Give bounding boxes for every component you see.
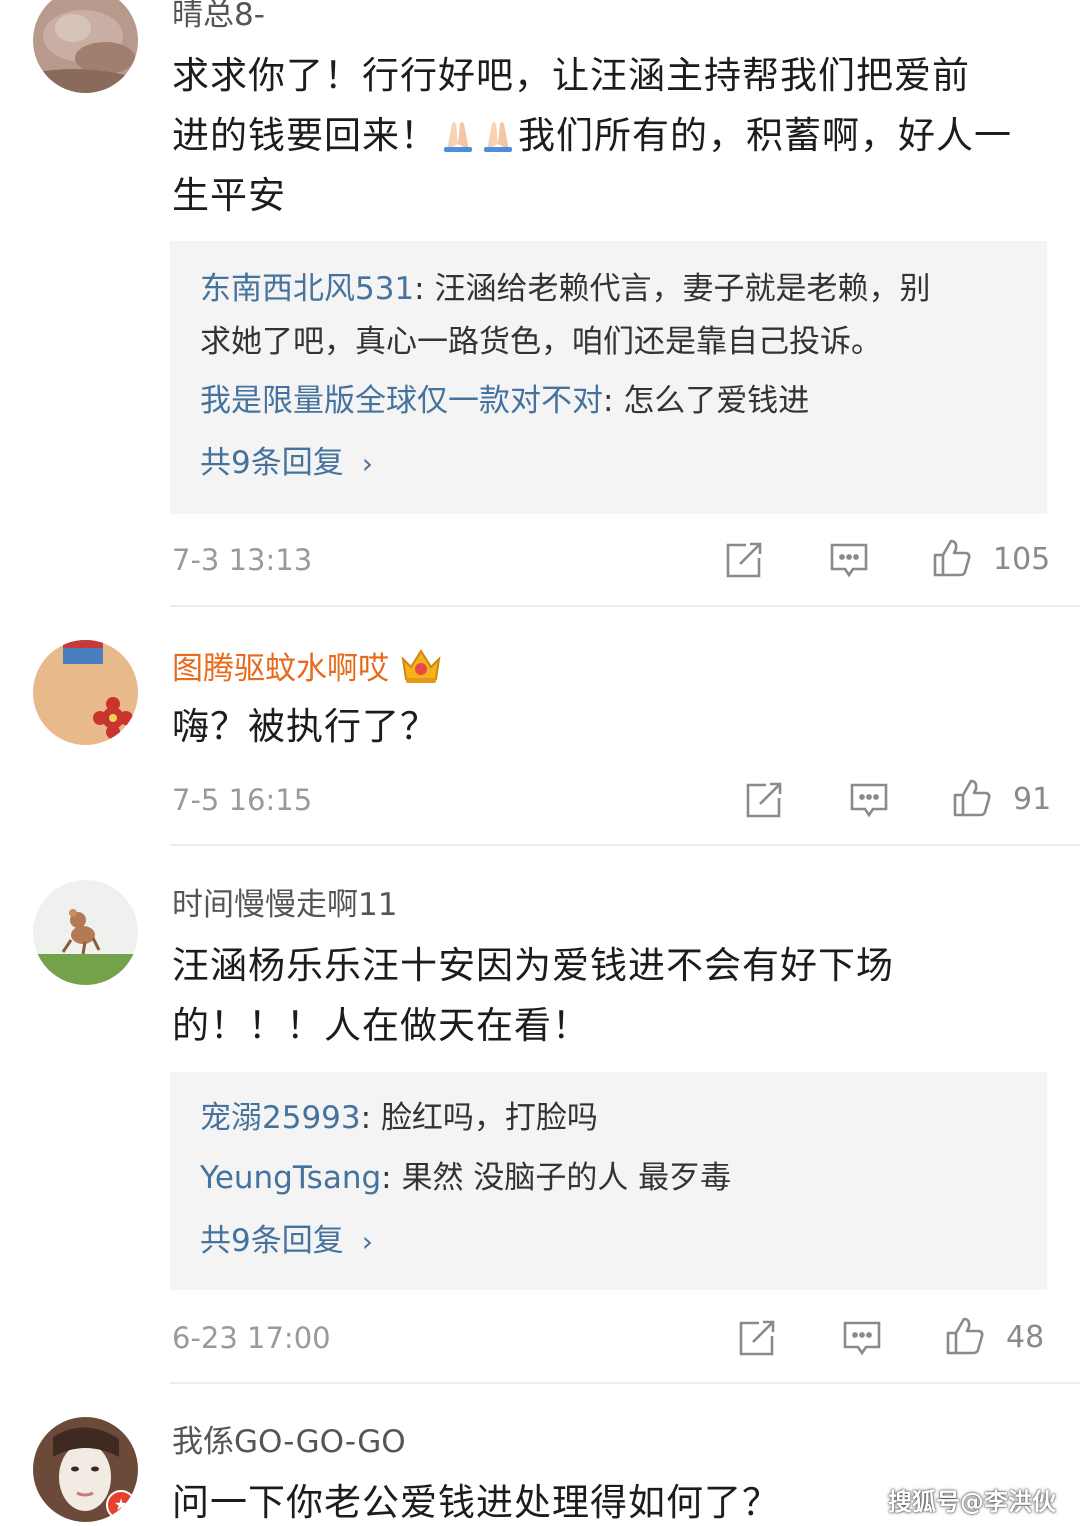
crown-icon <box>399 645 443 685</box>
like-count: 91 <box>1013 782 1052 817</box>
chevron-right-icon: › <box>361 447 373 480</box>
more-replies-link[interactable]: 共9条回复 › <box>200 443 373 484</box>
comment-username[interactable]: 图腾驱蚊水啊哎 <box>172 645 443 689</box>
comment-text-fragment: 我们所有的，积蓄啊，好人一 <box>518 114 1012 157</box>
comment-item: 图腾驱蚊水啊哎 嗨？被执行了？ 7-5 16:15 91 <box>0 607 1080 847</box>
comment-item: 时间慢慢走啊11 汪涵杨乐乐汪十安因为爱钱进不会有好下场 的！！！人在做天在看！… <box>0 847 1080 1384</box>
reply-username[interactable]: 东南西北风531 <box>200 271 414 307</box>
reply-colon: : <box>360 1100 381 1136</box>
comment-feed: 晴总8- 求求你了！行行好吧，让汪涵主持帮我们把爱前 进的钱要回来！ 我们所有的，… <box>0 0 1080 1526</box>
reply-text: 果然 没脑子的人 最歹毒 <box>401 1160 732 1196</box>
watermark: 搜狐号@李洪伙 <box>888 1488 1056 1516</box>
like-icon[interactable] <box>945 1316 985 1356</box>
avatar[interactable]: ★ <box>33 1417 138 1522</box>
reply-text: 汪涵给老赖代言，妻子就是老赖，别 <box>434 271 931 307</box>
more-replies-label: 共9条回复 <box>200 445 344 481</box>
comment-text-fragment: 进的钱要回来！ <box>172 114 438 157</box>
comment-timestamp: 7-5 16:15 <box>172 783 313 817</box>
like-icon[interactable] <box>952 778 992 818</box>
share-icon[interactable] <box>724 540 764 580</box>
comment-text-line: 的！！！人在做天在看！ <box>172 1004 590 1047</box>
avatar[interactable] <box>33 880 138 985</box>
reply-username[interactable]: YeungTsang <box>200 1160 381 1196</box>
reply-colon: : <box>603 383 624 419</box>
comment-text: 汪涵杨乐乐汪十安因为爱钱进不会有好下场 的！！！人在做天在看！ <box>172 936 1052 1056</box>
comment-text-line: 汪涵杨乐乐汪十安因为爱钱进不会有好下场 <box>172 944 894 987</box>
reply-preview-box[interactable]: 宠溺25993: 脸红吗，打脸吗 YeungTsang: 果然 没脑子的人 最歹… <box>170 1072 1047 1290</box>
comment-icon[interactable] <box>842 1318 882 1358</box>
reply-item[interactable]: 我是限量版全球仅一款对不对: 怎么了爱钱进 <box>200 375 1017 428</box>
comment-text: 求求你了！行行好吧，让汪涵主持帮我们把爱前 进的钱要回来！ 我们所有的，积蓄啊，好… <box>172 46 1052 226</box>
reply-colon: : <box>414 271 435 307</box>
reply-item[interactable]: 东南西北风531: 汪涵给老赖代言，妻子就是老赖，别 求她了吧，真心一路货色，咱… <box>200 263 1017 369</box>
comment-icon[interactable] <box>829 540 869 580</box>
reply-text: 怎么了爱钱进 <box>623 383 810 419</box>
share-icon[interactable] <box>737 1318 777 1358</box>
like-count: 105 <box>993 542 1051 577</box>
avatar[interactable] <box>33 0 138 93</box>
comment-item: 晴总8- 求求你了！行行好吧，让汪涵主持帮我们把爱前 进的钱要回来！ 我们所有的，… <box>0 0 1080 607</box>
reply-text: 脸红吗，打脸吗 <box>380 1100 598 1136</box>
username-text: 图腾驱蚊水啊哎 <box>172 651 389 687</box>
pray-hands-icon <box>438 112 478 152</box>
comment-text-line: 求求你了！行行好吧，让汪涵主持帮我们把爱前 <box>172 54 970 97</box>
reply-item[interactable]: YeungTsang: 果然 没脑子的人 最歹毒 <box>200 1152 1017 1205</box>
like-count: 48 <box>1006 1320 1045 1355</box>
comment-username[interactable]: 晴总8- <box>172 0 265 35</box>
reply-colon: : <box>381 1160 402 1196</box>
chevron-right-icon: › <box>361 1225 373 1258</box>
reply-username[interactable]: 宠溺25993 <box>200 1100 361 1136</box>
comment-text-line: 进的钱要回来！ 我们所有的，积蓄啊，好人一 <box>172 106 1052 166</box>
comment-icon[interactable] <box>849 780 889 820</box>
reply-username[interactable]: 我是限量版全球仅一款对不对 <box>200 383 603 419</box>
reply-item[interactable]: 宠溺25993: 脸红吗，打脸吗 <box>200 1092 1017 1145</box>
divider <box>170 844 1080 846</box>
comment-username[interactable]: 我係GO-GO-GO <box>172 1422 406 1462</box>
avatar[interactable] <box>33 640 138 745</box>
comment-timestamp: 7-3 13:13 <box>172 543 313 577</box>
verified-badge-icon: ★ <box>106 1490 136 1520</box>
comment-text: 嗨？被执行了？ <box>172 705 438 748</box>
like-icon[interactable] <box>932 538 972 578</box>
more-replies-link[interactable]: 共9条回复 › <box>200 1221 373 1262</box>
share-icon[interactable] <box>744 780 784 820</box>
comment-text-line: 生平安 <box>172 174 286 217</box>
pray-hands-icon <box>478 112 518 152</box>
comment-timestamp: 6-23 17:00 <box>172 1321 331 1355</box>
reply-text: 求她了吧，真心一路货色，咱们还是靠自己投诉。 <box>200 324 882 360</box>
more-replies-label: 共9条回复 <box>200 1223 344 1259</box>
reply-preview-box[interactable]: 东南西北风531: 汪涵给老赖代言，妻子就是老赖，别 求她了吧，真心一路货色，咱… <box>170 241 1047 514</box>
comment-username[interactable]: 时间慢慢走啊11 <box>172 885 397 925</box>
